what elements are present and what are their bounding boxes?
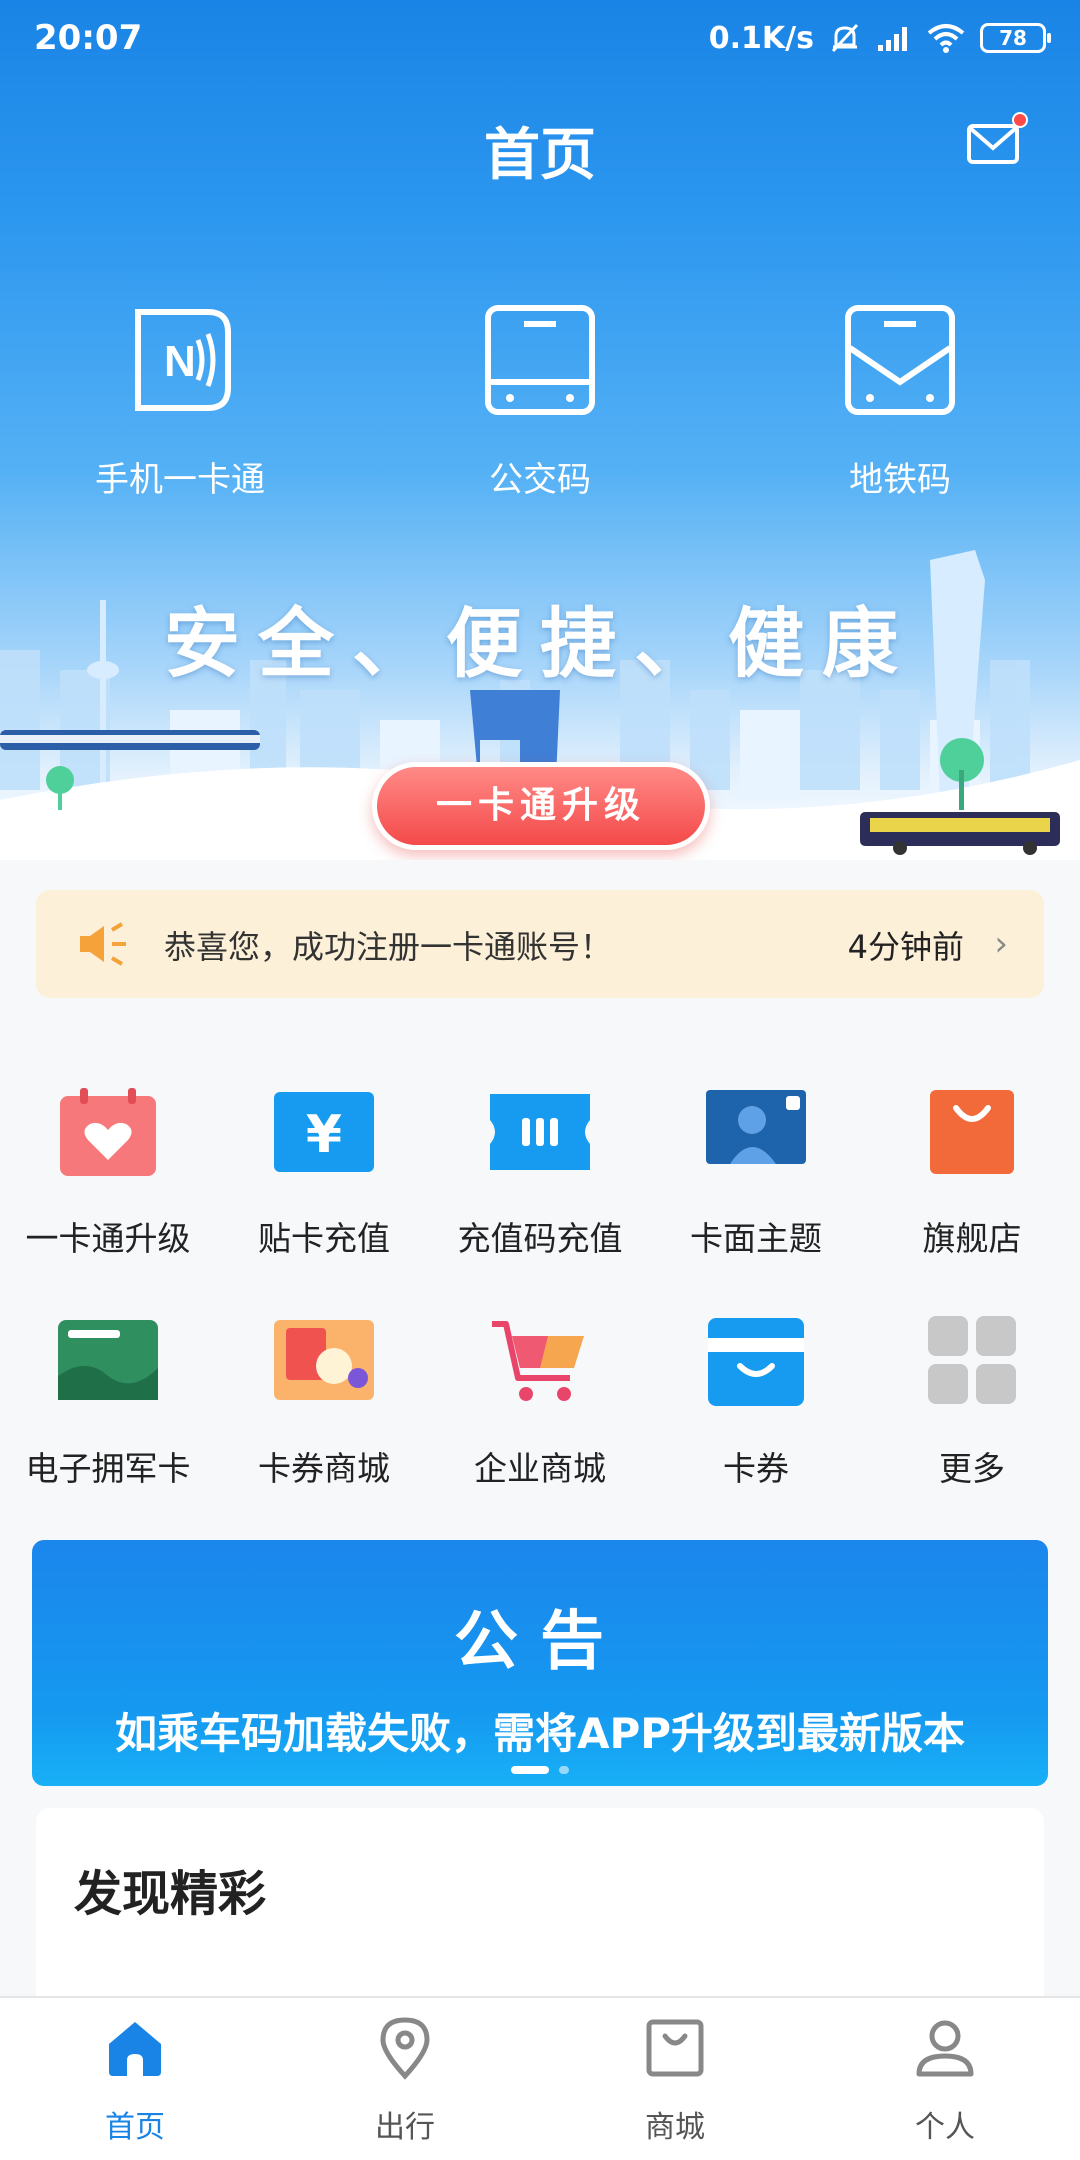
coupon-icon [708,1318,804,1406]
status-icons: 0.1K/s 78 [708,18,1051,58]
military-card-icon [58,1320,158,1400]
grid-item-coupon[interactable]: 卡券 [648,1316,864,1490]
discover-section: 发现精彩 [36,1808,1044,2008]
wifi-icon [927,24,965,53]
carousel-dot [559,1766,569,1774]
grid-item-code-recharge[interactable]: 充值码充值 [432,1086,648,1260]
svg-text:N: N [164,337,196,386]
upgrade-card-button[interactable]: 一卡通升级 [372,762,710,850]
grid-item-label: 电子拥军卡 [25,1449,191,1488]
announcement-text: 如乘车码加载失败，需将APP升级到最新版本 [114,1709,966,1758]
quick-action-label: 公交码 [489,460,591,500]
person-icon [916,2020,974,2077]
grid-item-label: 旗舰店 [922,1219,1022,1258]
grid-item-card-upgrade[interactable]: 一卡通升级 [0,1086,216,1260]
more-grid-icon [928,1316,1016,1404]
bottom-tab-bar: 首页 出行 商城 个人 [0,1996,1080,2160]
bus-code-icon [485,305,595,415]
status-bar: 20:07 0.1K/s 78 [0,0,1080,76]
home-icon [109,2022,161,2076]
quick-action-label: 地铁码 [849,460,951,500]
status-time: 20:07 [34,18,143,58]
grid-item-label: 企业商城 [474,1449,606,1488]
ticket-icon [490,1094,590,1170]
speaker-icon [80,922,126,966]
tab-label: 出行 [375,2110,435,2145]
net-speed: 0.1K/s [708,20,814,56]
tab-store[interactable]: 商城 [575,2016,775,2146]
chevron-right-icon: › [994,924,1008,964]
mute-bell-icon [831,23,859,53]
quick-action-nfc-card[interactable]: N 手机一卡通 [60,300,300,501]
grid-item-military-card[interactable]: 电子拥军卡 [0,1316,216,1490]
quick-action-label: 手机一卡通 [95,460,265,500]
signal-icon [878,27,907,51]
grid-item-card-theme[interactable]: 卡面主题 [648,1086,864,1260]
battery-icon: 78 [980,23,1051,53]
mail-button[interactable] [966,112,1028,168]
calendar-heart-icon [60,1088,156,1176]
hero-banner: 20:07 0.1K/s 78 首页 N 手机一卡通 公交码 地铁码 安全、便捷… [0,0,1080,860]
location-icon [380,2017,430,2080]
grid-item-tap-recharge[interactable]: ¥ 贴卡充值 [216,1086,432,1260]
store-bag-icon [646,2019,704,2077]
grid-item-coupon-mall[interactable]: 卡券商城 [216,1316,432,1490]
carousel-dot-active [511,1766,549,1774]
tab-profile[interactable]: 个人 [845,2016,1045,2146]
cart-icon [492,1321,584,1401]
grid-item-label: 卡面主题 [690,1219,822,1258]
quick-action-bus-code[interactable]: 公交码 [420,300,660,501]
tab-travel[interactable]: 出行 [305,2016,505,2146]
card-theme-icon [706,1090,806,1164]
svg-text:¥: ¥ [306,1105,342,1165]
tab-label: 个人 [915,2110,975,2145]
shopping-bag-icon [930,1090,1014,1174]
tab-label: 商城 [645,2110,705,2145]
notice-bar[interactable]: 恭喜您，成功注册一卡通账号！ 4分钟前 › [36,890,1044,998]
grid-item-label: 更多 [939,1449,1005,1488]
grid-item-label: 贴卡充值 [258,1219,390,1258]
announcement-banner[interactable]: 公告 如乘车码加载失败，需将APP升级到最新版本 [32,1540,1048,1786]
grid-item-label: 充值码充值 [457,1219,623,1258]
discover-title: 发现精彩 [74,1866,267,1922]
subway-code-icon [845,305,955,415]
grid-item-flagship-store[interactable]: 旗舰店 [864,1086,1080,1260]
unread-dot [1012,112,1028,128]
banner-slogan: 安全、便捷、健康 [164,599,916,688]
grid-item-enterprise-mall[interactable]: 企业商城 [432,1316,648,1490]
yen-icon: ¥ [274,1092,374,1172]
page-title: 首页 [484,123,596,188]
carousel-indicator [32,1766,1048,1774]
grid-item-more[interactable]: 更多 [864,1316,1080,1490]
tab-home[interactable]: 首页 [35,2016,235,2146]
notice-time: 4分钟前 [847,928,964,966]
grid-item-label: 一卡通升级 [25,1219,191,1258]
notice-text: 恭喜您，成功注册一卡通账号！ [164,928,613,966]
grid-item-label: 卡券商城 [258,1449,390,1488]
tab-label: 首页 [105,2110,165,2145]
grid-item-label: 卡券 [723,1449,789,1488]
nfc-card-icon: N [135,309,231,411]
announcement-title: 公告 [454,1605,626,1679]
coupon-mall-icon [274,1320,374,1400]
quick-action-subway-code[interactable]: 地铁码 [780,300,1020,501]
